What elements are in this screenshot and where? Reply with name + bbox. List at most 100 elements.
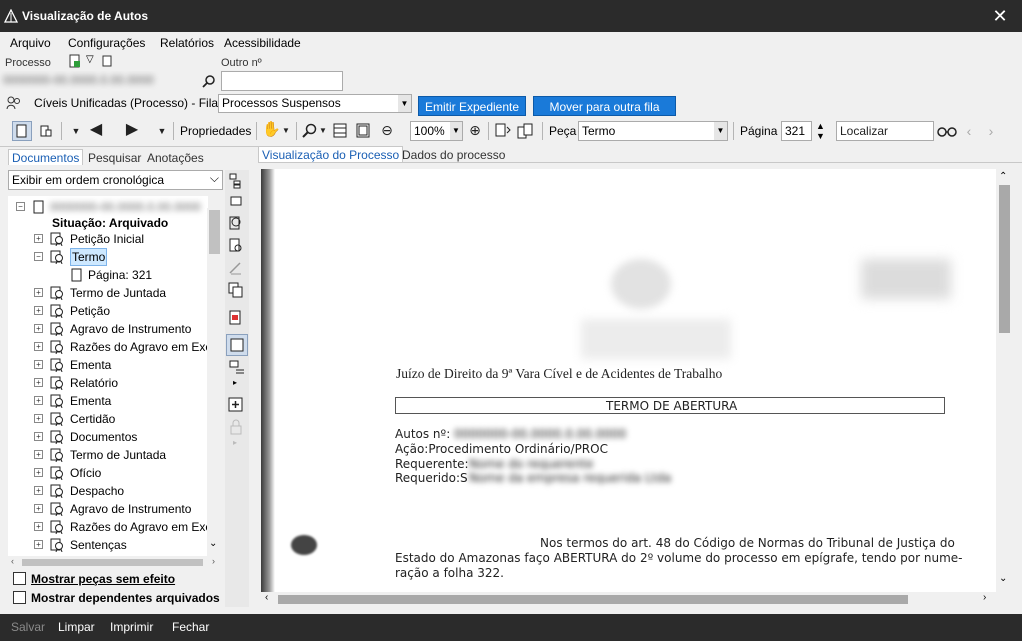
propriedades-button[interactable]: Propriedades bbox=[180, 124, 251, 138]
queue-dropdown-icon[interactable]: ▼ bbox=[398, 95, 411, 112]
chevron-right-icon[interactable]: ▸ bbox=[233, 378, 237, 387]
expand-icon[interactable]: + bbox=[34, 324, 43, 333]
close-icon[interactable]: ✕ bbox=[990, 6, 1010, 26]
dropdown-arrow-icon[interactable]: ▼ bbox=[281, 122, 291, 140]
pdf-export-icon[interactable] bbox=[228, 310, 244, 326]
search-icon[interactable] bbox=[202, 74, 216, 88]
order-select[interactable]: Exibir em ordem cronológica ⌵ bbox=[8, 170, 223, 190]
tab-dados-processo[interactable]: Dados do processo bbox=[399, 147, 508, 163]
emitir-expediente-button[interactable]: Emitir Expediente bbox=[418, 96, 526, 116]
tree-scrollbar-thumb[interactable] bbox=[209, 210, 220, 254]
tree-item[interactable]: + Ofício bbox=[8, 464, 208, 482]
tab-visualizacao[interactable]: Visualização do Processo bbox=[258, 146, 404, 162]
new-document-icon[interactable] bbox=[68, 54, 82, 68]
expand-icon[interactable]: + bbox=[34, 414, 43, 423]
expand-icon[interactable]: + bbox=[34, 360, 43, 369]
spin-down-icon[interactable]: ▼ bbox=[816, 131, 825, 141]
tree-item[interactable]: + Petição bbox=[8, 302, 208, 320]
tree-view-icon[interactable] bbox=[228, 173, 244, 189]
scroll-right-icon[interactable]: › bbox=[212, 556, 215, 566]
tree-item[interactable]: + Ementa bbox=[8, 392, 208, 410]
limpar-button[interactable]: Limpar bbox=[58, 620, 95, 634]
next-page-icon[interactable]: ▶ bbox=[122, 121, 142, 139]
expand-icon[interactable]: + bbox=[34, 306, 43, 315]
select-tool-button[interactable] bbox=[12, 121, 32, 141]
viewer-vscrollbar-thumb[interactable] bbox=[999, 185, 1010, 333]
expand-icon[interactable]: + bbox=[34, 450, 43, 459]
scroll-up-icon[interactable]: ⌃ bbox=[999, 171, 1007, 182]
tab-documentos[interactable]: Documentos bbox=[8, 149, 84, 165]
menu-acessibilidade[interactable]: Acessibilidade bbox=[224, 36, 301, 50]
viewer-hscrollbar[interactable]: ‹ › bbox=[261, 592, 996, 607]
tree-hscrollbar[interactable]: ‹ › bbox=[8, 556, 223, 569]
tree-item[interactable]: + Petição Inicial bbox=[8, 230, 208, 248]
expand-icon[interactable]: + bbox=[34, 504, 43, 513]
outro-input[interactable] bbox=[221, 71, 343, 91]
menu-configuracoes[interactable]: Configurações bbox=[68, 36, 145, 50]
viewer-hscrollbar-thumb[interactable] bbox=[278, 595, 908, 604]
tree-item[interactable]: + Termo de Juntada bbox=[8, 284, 208, 302]
previous-page-icon[interactable]: ◀ bbox=[86, 121, 106, 139]
mover-fila-button[interactable]: Mover para outra fila bbox=[533, 96, 676, 116]
pan-hand-icon[interactable]: ✋ bbox=[262, 121, 281, 139]
expand-icon[interactable]: + bbox=[34, 288, 43, 297]
tree-item[interactable]: + Relatório bbox=[8, 374, 208, 392]
peca-select[interactable]: Termo ▼ bbox=[578, 121, 728, 141]
tree-item[interactable]: + Sentenças bbox=[8, 536, 208, 554]
sign-icon[interactable] bbox=[228, 260, 244, 276]
pagina-input[interactable]: 321 bbox=[781, 121, 812, 141]
expand-icon[interactable]: + bbox=[34, 522, 43, 531]
zoom-in-icon[interactable]: ⊕ bbox=[467, 121, 483, 139]
dependentes-checkbox[interactable] bbox=[13, 591, 26, 604]
document-list-icon[interactable] bbox=[228, 196, 244, 206]
expand-icon[interactable]: + bbox=[34, 234, 43, 243]
tree-item[interactable]: + Despacho bbox=[8, 482, 208, 500]
tree-item[interactable]: + Razões do Agravo em Exec bbox=[8, 518, 208, 536]
tree-item[interactable]: + Agravo de Instrumento bbox=[8, 500, 208, 518]
scroll-down-icon[interactable]: ⌄ bbox=[999, 573, 1007, 584]
expand-icon[interactable]: + bbox=[34, 378, 43, 387]
clipboard-icon[interactable] bbox=[101, 54, 113, 67]
layout-icon[interactable] bbox=[228, 360, 246, 374]
viewer-vscrollbar[interactable]: ⌃ ⌄ bbox=[996, 169, 1013, 592]
copy-icon[interactable] bbox=[228, 282, 244, 298]
scroll-left-icon[interactable]: ‹ bbox=[265, 592, 268, 603]
binoculars-icon[interactable] bbox=[937, 124, 957, 138]
dropdown-arrow-icon[interactable]: ▼ bbox=[318, 122, 328, 140]
tree-item[interactable]: + Certidão bbox=[8, 410, 208, 428]
fit-page-icon[interactable] bbox=[356, 123, 370, 138]
tab-anotacoes[interactable]: Anotações bbox=[144, 150, 207, 166]
certificate-icon[interactable] bbox=[228, 216, 244, 232]
dropdown-arrow-icon[interactable]: ▼ bbox=[156, 122, 168, 140]
localizar-input[interactable]: Localizar bbox=[836, 121, 934, 141]
dropdown-arrow-icon[interactable]: ▼ bbox=[70, 122, 82, 140]
tree-item[interactable]: + Ementa bbox=[8, 356, 208, 374]
find-previous-icon[interactable]: ‹ bbox=[962, 122, 976, 140]
tree-item[interactable]: + Documentos bbox=[8, 428, 208, 446]
imprimir-button[interactable]: Imprimir bbox=[110, 620, 153, 634]
expand-icon[interactable]: + bbox=[34, 342, 43, 351]
collapse-icon[interactable]: − bbox=[34, 252, 43, 261]
pagina-spinner[interactable]: ▲ ▼ bbox=[814, 121, 828, 141]
scroll-left-icon[interactable]: ‹ bbox=[11, 556, 14, 566]
search-document-icon[interactable] bbox=[228, 238, 244, 254]
tree-item[interactable]: + Agravo de Instrumento bbox=[8, 320, 208, 338]
tree-item[interactable]: + Termo de Juntada bbox=[8, 446, 208, 464]
note-tool-button[interactable] bbox=[226, 334, 248, 356]
tree-hscrollbar-thumb[interactable] bbox=[22, 559, 203, 566]
tree-item[interactable]: − Termo bbox=[8, 248, 208, 266]
copy-page-icon[interactable] bbox=[516, 122, 534, 140]
peca-dropdown-icon[interactable]: ▼ bbox=[714, 122, 727, 140]
expand-icon[interactable]: + bbox=[34, 468, 43, 477]
menu-relatorios[interactable]: Relatórios bbox=[160, 36, 214, 50]
zoom-icon[interactable] bbox=[302, 123, 318, 139]
tree-item[interactable]: + Razões do Agravo em Exec bbox=[8, 338, 208, 356]
scroll-down-icon[interactable]: ⌄ bbox=[209, 538, 217, 549]
expand-icon[interactable]: + bbox=[34, 486, 43, 495]
add-note-icon[interactable] bbox=[228, 397, 244, 413]
salvar-button[interactable]: Salvar bbox=[11, 620, 45, 634]
tree-scrollbar[interactable]: ⌄ bbox=[207, 208, 222, 556]
expand-icon[interactable]: + bbox=[34, 432, 43, 441]
chevron-right-icon[interactable]: ▸ bbox=[233, 438, 237, 447]
document-viewer[interactable]: Juízo de Direito da 9ª Vara Cível e de A… bbox=[261, 169, 996, 592]
